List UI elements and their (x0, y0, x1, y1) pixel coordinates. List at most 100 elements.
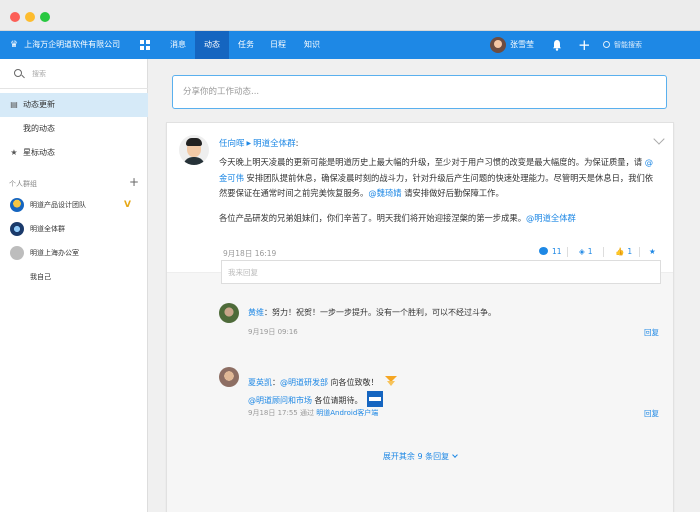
crown-icon: ♛ (10, 40, 19, 50)
post-body: 今天晚上明天凌晨的更新可能是明道历史上最大幅的升级，至少对于用户习惯的改变是最大… (219, 155, 659, 235)
comment-body: 努力！祝贺！一步一步提升。没有一个胜利，可以不经过斗争。 (272, 308, 496, 317)
like-count: 1 (627, 247, 633, 256)
comment-text: @明道顾问和市场 各位请期待。 (248, 387, 384, 407)
add-group-icon[interactable]: + (129, 175, 139, 189)
company-brand[interactable]: ♛ 上海万企明道软件有限公司 (10, 31, 120, 59)
author-avatar[interactable] (179, 135, 209, 165)
comment-count: 11 (552, 247, 562, 256)
tab-knowledge[interactable]: 知识 (298, 31, 326, 59)
group-avatar (10, 198, 24, 212)
reply-link[interactable]: 回复 (644, 327, 659, 338)
top-navigation-bar: ♛ 上海万企明道软件有限公司 消息 动态 任务 日程 知识 张雪莹 + 智能搜索 (0, 31, 700, 59)
maximize-window-button[interactable] (40, 12, 50, 22)
thumbs-up-icon: 👍 (615, 247, 625, 256)
comment-time: 9月19日 09:16 (248, 328, 298, 336)
comment-button[interactable]: 11 (539, 244, 562, 260)
global-search[interactable]: 智能搜索 (603, 31, 642, 59)
chevron-down-icon (452, 452, 458, 458)
share-composer[interactable] (172, 75, 667, 109)
team-image-icon (367, 391, 384, 407)
comment-body: 向各位致敬！ (328, 378, 379, 387)
search-icon (603, 41, 610, 48)
app-window: ♛ 上海万企明道软件有限公司 消息 动态 任务 日程 知识 张雪莹 + 智能搜索 … (0, 0, 700, 512)
tab-tasks[interactable]: 任务 (232, 31, 260, 59)
expand-replies[interactable]: 展开其余 9 条回复 (167, 451, 673, 462)
reply-link[interactable]: 回复 (644, 408, 659, 419)
sidebar-item-starred[interactable]: ★ 星标动态 (0, 141, 148, 165)
minimize-window-button[interactable] (25, 12, 35, 22)
group-item-all-staff[interactable]: 明道全体群 (0, 217, 148, 241)
group-item-myself[interactable]: 我自己 (0, 265, 148, 289)
user-avatar[interactable] (490, 37, 506, 53)
share-input[interactable] (183, 76, 653, 107)
reply-box[interactable] (221, 260, 661, 284)
window-titlebar (0, 0, 700, 31)
like-button[interactable]: 👍 1 (615, 244, 632, 260)
post-paragraph: 各位产品研发的兄弟姐妹们，你们辛苦了。明天我们将开始迎接涅槃的第一步成果。@明道… (219, 211, 659, 227)
feed-post: 任向晖 ▶ 明道全体群: 今天晚上明天凌晨的更新可能是明道历史上最大幅的升级，至少对… (166, 122, 674, 512)
mention-link[interactable]: @明道顾问和市场 (248, 396, 312, 405)
author-name[interactable]: 任向晖 (219, 139, 245, 149)
commenter-avatar[interactable] (219, 367, 239, 387)
group-avatar (10, 246, 24, 260)
sidebar-item-feed-updates[interactable]: ▤ 动态更新 (0, 93, 148, 117)
tab-feed[interactable]: 动态 (195, 31, 229, 59)
comment-text: 黄维：努力！祝贺！一步一步提升。没有一个胜利，可以不经过斗争。 (248, 308, 496, 317)
sidebar-item-label: 我的动态 (23, 124, 55, 133)
company-name: 上海万企明道软件有限公司 (24, 40, 121, 49)
comment-text: 夏英凯：@明道研发部 向各位致敬！ (248, 371, 399, 388)
chevron-down-icon[interactable] (653, 133, 665, 145)
group-section-header: 个人群组 + (9, 175, 139, 191)
post-text: 今天晚上明天凌晨的更新可能是明道历史上最大幅的升级，至少对于用户习惯的改变是最大… (219, 157, 645, 167)
comment-icon (539, 247, 548, 255)
add-icon[interactable]: + (578, 33, 591, 57)
sidebar-item-label: 动态更新 (23, 100, 55, 109)
comment-source[interactable]: 明道Android客户端 (316, 409, 378, 417)
close-window-button[interactable] (10, 12, 20, 22)
app-grid-icon[interactable] (140, 40, 150, 50)
post-header: 任向晖 ▶ 明道全体群: (219, 137, 299, 149)
sidebar-item-my-posts[interactable]: 我的动态 (0, 117, 148, 141)
sidebar-search[interactable]: 搜索 (0, 59, 148, 89)
post-actions: 11 ◈ 1 👍 1 ★ (167, 244, 673, 260)
comment-via: 通过 (300, 409, 314, 417)
commenter-name[interactable]: 夏英凯 (248, 378, 272, 387)
group-label: 我自己 (30, 273, 51, 281)
tab-calendar[interactable]: 日程 (264, 31, 292, 59)
feed-icon: ▤ (10, 100, 18, 109)
reply-input[interactable] (222, 261, 660, 283)
comment-body: 各位请期待。 (312, 396, 363, 405)
tab-messages[interactable]: 消息 (164, 31, 192, 59)
comments-section: 黄维：努力！祝贺！一步一步提升。没有一个胜利，可以不经过斗争。 9月19日 09… (167, 260, 673, 512)
comment-meta: 9月19日 09:16 (248, 327, 298, 337)
sidebar: 搜索 ▤ 动态更新 我的动态 ★ 星标动态 个人群组 + 明道产品设计团队 V … (0, 59, 148, 512)
search-icon (14, 69, 22, 77)
comment-time: 9月18日 17:55 (248, 409, 298, 417)
tag-button[interactable]: ◈ 1 (579, 244, 593, 260)
tag-count: 1 (587, 247, 593, 256)
mention-link[interactable]: @明道研发部 (280, 378, 328, 387)
post-paragraph: 今天晚上明天凌晨的更新可能是明道历史上最大幅的升级，至少对于用户习惯的改变是最大… (219, 155, 659, 202)
sidebar-search-placeholder: 搜索 (32, 70, 46, 78)
bell-icon[interactable] (552, 39, 562, 51)
group-item-product-design[interactable]: 明道产品设计团队 V (0, 193, 148, 217)
star-icon: ★ (649, 247, 656, 256)
group-item-shanghai-office[interactable]: 明道上海办公室 (0, 241, 148, 265)
mention-link[interactable]: @明道全体群 (526, 213, 576, 223)
group-section-title: 个人群组 (9, 180, 37, 188)
group-avatar (10, 222, 24, 236)
comment-meta: 9月18日 17:55 通过 明道Android客户端 (248, 408, 378, 418)
post-text: 各位产品研发的兄弟姐妹们，你们辛苦了。明天我们将开始迎接涅槃的第一步成果。 (219, 212, 526, 223)
group-label: 明道全体群 (30, 225, 65, 233)
arrow-right-icon: ▶ (246, 140, 252, 147)
star-button[interactable]: ★ (649, 244, 659, 260)
post-text: 请安排做好后勤保障工作。 (401, 188, 504, 198)
sidebar-item-label: 星标动态 (23, 148, 55, 157)
user-name[interactable]: 张雪莹 (510, 31, 534, 59)
commenter-avatar[interactable] (219, 303, 239, 323)
star-icon: ★ (10, 148, 18, 157)
post-group-link[interactable]: 明道全体群 (253, 139, 296, 149)
commenter-name[interactable]: 黄维 (248, 308, 264, 317)
mention-link[interactable]: @魏琦婧 (368, 188, 401, 198)
group-label: 明道上海办公室 (30, 249, 79, 257)
